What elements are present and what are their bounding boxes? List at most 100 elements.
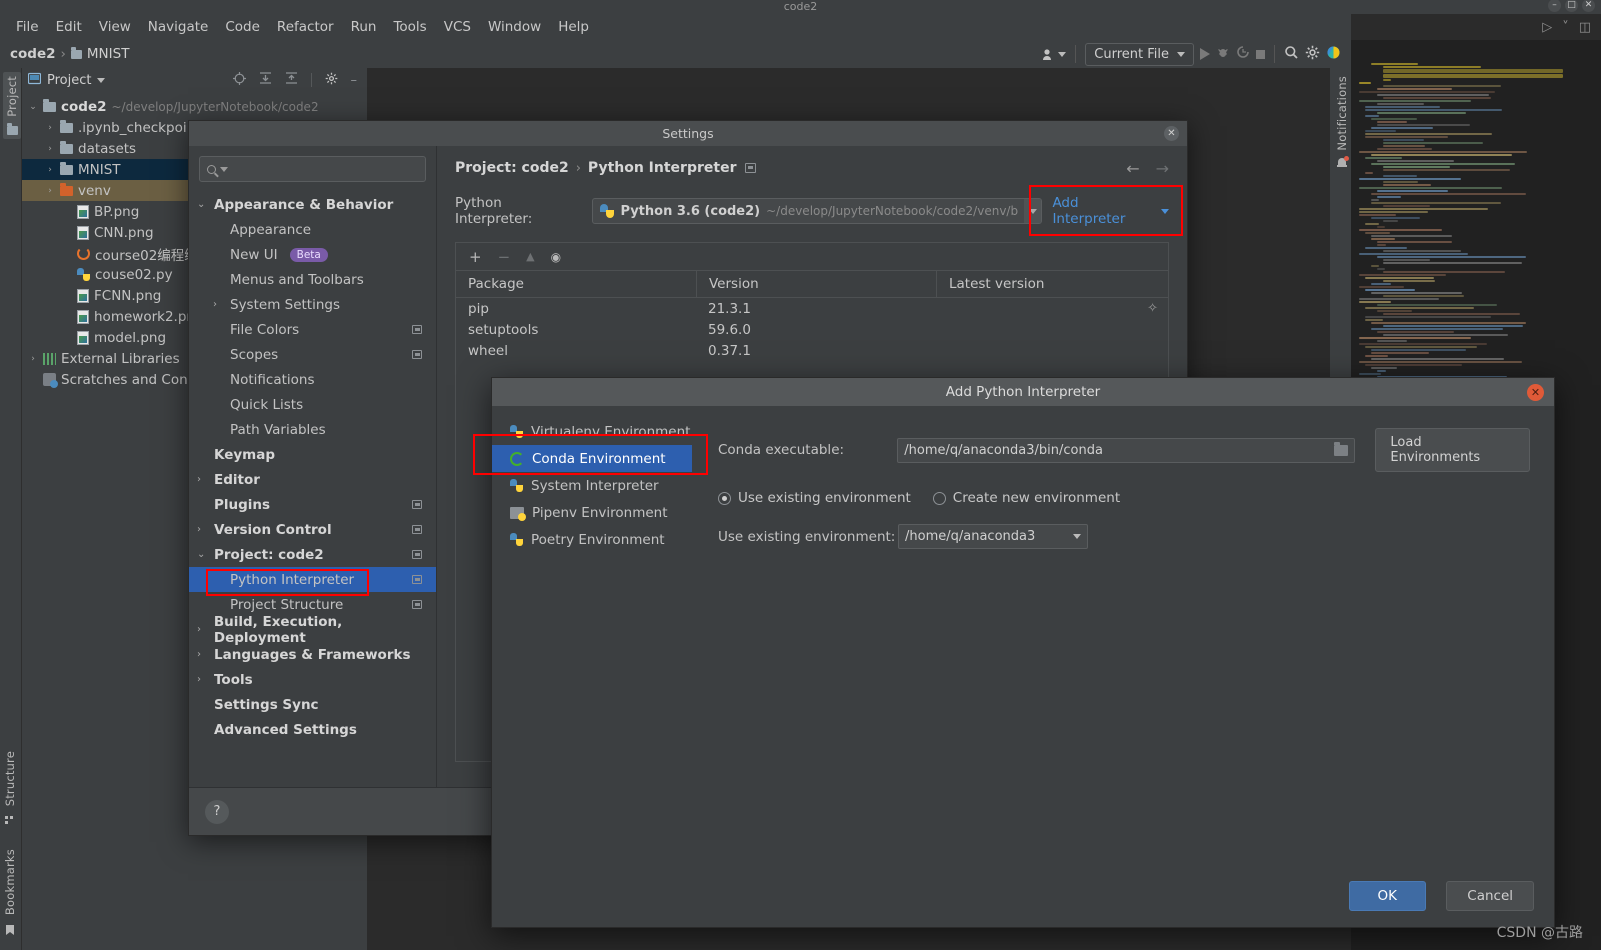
radio-use-existing-environment[interactable] bbox=[718, 491, 731, 505]
settings-item-scopes[interactable]: Scopes bbox=[189, 342, 436, 367]
env-type-system-interpreter[interactable]: System Interpreter bbox=[492, 472, 712, 499]
settings-item-menus-and-toolbars[interactable]: Menus and Toolbars bbox=[189, 267, 436, 292]
settings-item-advanced-settings[interactable]: Advanced Settings bbox=[189, 717, 436, 742]
env-type-poetry-environment[interactable]: Poetry Environment bbox=[492, 526, 712, 553]
settings-item-build-execution-deployment[interactable]: › Build, Execution, Deployment bbox=[189, 614, 436, 646]
profile-icon[interactable] bbox=[1042, 48, 1067, 61]
radio-use-existing-label[interactable]: Use existing environment bbox=[738, 490, 911, 506]
settings-item-languages-frameworks[interactable]: › Languages & Frameworks bbox=[189, 642, 436, 667]
tool-window-button-project[interactable]: Project bbox=[3, 72, 21, 139]
package-row[interactable]: pip 21.3.1 bbox=[456, 298, 1168, 319]
menu-code[interactable]: Code bbox=[217, 16, 268, 38]
show-early-releases-icon[interactable]: ◉ bbox=[551, 250, 561, 264]
menu-file[interactable]: File bbox=[8, 16, 47, 38]
collapse-all-icon[interactable] bbox=[285, 71, 298, 89]
chevron-down-icon[interactable] bbox=[1024, 199, 1042, 223]
menu-window[interactable]: Window bbox=[480, 16, 549, 38]
run-icon[interactable]: ▷ bbox=[1542, 20, 1552, 35]
locate-icon[interactable] bbox=[232, 71, 246, 89]
settings-item-settings-sync[interactable]: Settings Sync bbox=[189, 692, 436, 717]
expand-chevron-icon[interactable]: › bbox=[197, 624, 208, 635]
settings-item-plugins[interactable]: Plugins bbox=[189, 492, 436, 517]
expand-chevron-icon[interactable]: › bbox=[45, 165, 55, 175]
breadcrumb-file[interactable]: MNIST bbox=[87, 46, 130, 62]
settings-item-path-variables[interactable]: Path Variables bbox=[189, 417, 436, 442]
close-icon[interactable]: ✕ bbox=[1527, 384, 1544, 401]
settings-item-keymap[interactable]: Keymap bbox=[189, 442, 436, 467]
menu-edit[interactable]: Edit bbox=[48, 16, 90, 38]
env-type-pipenv-environment[interactable]: Pipenv Environment bbox=[492, 499, 712, 526]
settings-item-version-control[interactable]: › Version Control bbox=[189, 517, 436, 542]
chevron-down-icon[interactable]: ˅ bbox=[1562, 20, 1569, 35]
settings-item-editor[interactable]: › Editor bbox=[189, 467, 436, 492]
env-type-conda-environment[interactable]: Conda Environment bbox=[492, 445, 692, 472]
expand-chevron-icon[interactable]: › bbox=[197, 474, 208, 485]
radio-create-new-environment[interactable] bbox=[932, 491, 946, 505]
menu-refactor[interactable]: Refactor bbox=[269, 16, 342, 38]
run-icon[interactable] bbox=[1200, 48, 1210, 60]
package-row[interactable]: setuptools 59.6.0 bbox=[456, 319, 1168, 340]
run-configuration-selector[interactable]: Current File bbox=[1085, 42, 1194, 66]
back-arrow-icon[interactable]: ← bbox=[1126, 159, 1139, 178]
expand-chevron-icon[interactable]: › bbox=[197, 524, 208, 535]
expand-chevron-icon[interactable]: › bbox=[45, 186, 55, 196]
expand-all-icon[interactable] bbox=[259, 71, 272, 89]
expand-chevron-icon[interactable]: › bbox=[213, 299, 224, 310]
forward-arrow-icon[interactable]: → bbox=[1156, 159, 1169, 178]
stop-icon[interactable] bbox=[1256, 49, 1265, 59]
settings-item-appearance[interactable]: Appearance bbox=[189, 217, 436, 242]
chevron-down-icon[interactable] bbox=[97, 77, 106, 83]
expand-chevron-icon[interactable]: › bbox=[197, 649, 208, 660]
settings-item-system-settings[interactable]: › System Settings bbox=[189, 292, 436, 317]
tool-window-button-bookmarks[interactable]: Bookmarks bbox=[3, 849, 17, 940]
env-type-virtualenv-environment[interactable]: Virtualenv Environment bbox=[492, 418, 712, 445]
expand-chevron-icon[interactable]: › bbox=[45, 123, 55, 133]
use-existing-environment-select[interactable]: /home/q/anaconda3 bbox=[898, 524, 1088, 549]
menu-view[interactable]: View bbox=[91, 16, 139, 38]
add-package-icon[interactable]: + bbox=[469, 248, 482, 266]
settings-item-notifications[interactable]: Notifications bbox=[189, 367, 436, 392]
close-icon[interactable]: ✕ bbox=[1582, 0, 1595, 12]
browse-folder-icon[interactable] bbox=[1334, 441, 1349, 456]
expand-chevron-icon[interactable]: › bbox=[197, 674, 208, 685]
tree-item-code2[interactable]: ⌄ code2 ~/develop/JupyterNotebook/code2 bbox=[22, 96, 367, 117]
gear-icon[interactable] bbox=[325, 72, 338, 89]
menu-tools[interactable]: Tools bbox=[385, 16, 434, 38]
help-button[interactable]: ? bbox=[205, 800, 229, 824]
menu-vcs[interactable]: VCS bbox=[436, 16, 479, 38]
split-view-icon[interactable]: ◫ bbox=[1579, 20, 1591, 35]
settings-item-python-interpreter[interactable]: Python Interpreter bbox=[189, 567, 436, 592]
expand-chevron-icon[interactable]: › bbox=[28, 354, 38, 364]
settings-item-tools[interactable]: › Tools bbox=[189, 667, 436, 692]
expand-chevron-icon[interactable]: ⌄ bbox=[197, 199, 208, 210]
search-everywhere-icon[interactable] bbox=[1284, 45, 1299, 64]
settings-item-project-code2[interactable]: ⌄ Project: code2 bbox=[189, 542, 436, 567]
cancel-button[interactable]: Cancel bbox=[1446, 881, 1534, 911]
ok-button[interactable]: OK bbox=[1348, 881, 1426, 911]
settings-icon[interactable] bbox=[1305, 45, 1320, 64]
add-interpreter-button[interactable]: Add Interpreter bbox=[1052, 195, 1169, 227]
debug-icon[interactable] bbox=[1216, 45, 1230, 63]
settings-search-field[interactable] bbox=[199, 156, 426, 182]
settings-item-file-colors[interactable]: File Colors bbox=[189, 317, 436, 342]
load-environments-button[interactable]: Load Environments bbox=[1375, 428, 1530, 472]
breadcrumb-project[interactable]: code2 bbox=[10, 46, 56, 62]
settings-item-appearance-behavior[interactable]: ⌄ Appearance & Behavior bbox=[189, 192, 436, 217]
coverage-icon[interactable] bbox=[1236, 45, 1250, 63]
conda-executable-input[interactable]: /home/q/anaconda3/bin/conda bbox=[897, 437, 1356, 463]
column-header-version[interactable]: Version bbox=[696, 271, 936, 297]
menu-navigate[interactable]: Navigate bbox=[140, 16, 217, 38]
minimize-icon[interactable]: – bbox=[1548, 0, 1561, 12]
maximize-icon[interactable]: □ bbox=[1565, 0, 1578, 12]
expand-chevron-icon[interactable]: ⌄ bbox=[197, 549, 208, 560]
ai-assistant-icon[interactable] bbox=[1326, 45, 1341, 64]
settings-item-new-ui[interactable]: New UI Beta bbox=[189, 242, 436, 267]
tool-window-button-structure[interactable]: Structure bbox=[3, 751, 17, 830]
settings-item-quick-lists[interactable]: Quick Lists bbox=[189, 392, 436, 417]
menu-run[interactable]: Run bbox=[343, 16, 385, 38]
menu-help[interactable]: Help bbox=[550, 16, 597, 38]
editor-run-controls[interactable]: ▷ ˅ ◫ bbox=[1542, 20, 1591, 35]
column-header-package[interactable]: Package bbox=[456, 276, 696, 292]
remove-package-icon[interactable]: − bbox=[498, 248, 511, 266]
radio-create-new-label[interactable]: Create new environment bbox=[953, 490, 1120, 506]
